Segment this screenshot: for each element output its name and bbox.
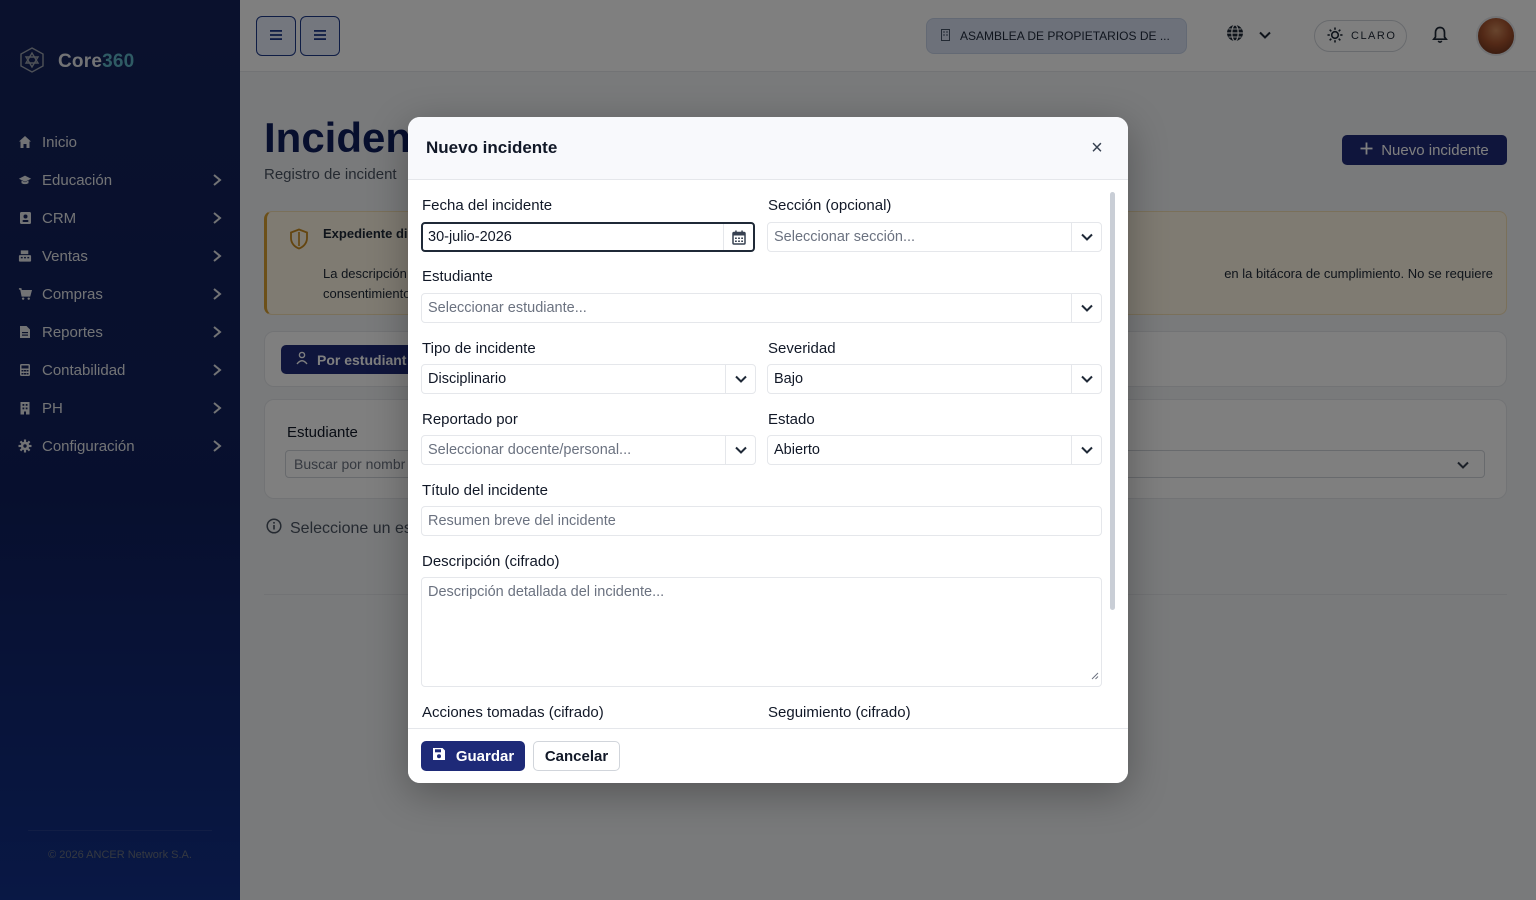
date-value: 30-julio-2026	[428, 229, 512, 245]
title-label: Título del incidente	[422, 482, 548, 499]
new-incident-modal: Nuevo incidente × Fecha del incidente Se…	[408, 117, 1128, 783]
chevron-down-icon	[1071, 294, 1101, 322]
incident-title-input[interactable]: Resumen breve del incidente	[421, 506, 1102, 536]
severity-select[interactable]: Bajo	[767, 364, 1102, 394]
incident-date-input[interactable]: 30-julio-2026	[421, 222, 755, 252]
calendar-icon[interactable]	[723, 224, 753, 250]
chevron-down-icon	[1071, 365, 1101, 393]
follow-up-label: Seguimiento (cifrado)	[768, 704, 911, 721]
modal-body: Fecha del incidente Sección (opcional) 3…	[408, 180, 1128, 728]
status-select[interactable]: Abierto	[767, 435, 1102, 465]
modal-title: Nuevo incidente	[426, 138, 558, 157]
floppy-disk-icon	[432, 747, 446, 765]
status-value: Abierto	[774, 442, 820, 458]
severity-value: Bajo	[774, 371, 804, 387]
description-label: Descripción (cifrado)	[422, 553, 560, 570]
title-placeholder: Resumen breve del incidente	[428, 513, 616, 529]
modal-scrollbar[interactable]	[1110, 192, 1115, 610]
resize-handle-icon[interactable]	[1091, 668, 1099, 684]
section-select[interactable]: Seleccionar sección...	[767, 222, 1102, 252]
chevron-down-icon	[1071, 436, 1101, 464]
description-textarea[interactable]: Descripción detallada del incidente...	[421, 577, 1102, 687]
reported-by-select[interactable]: Seleccionar docente/personal...	[421, 435, 756, 465]
close-icon: ×	[1091, 136, 1103, 159]
status-label: Estado	[768, 411, 815, 428]
date-label: Fecha del incidente	[422, 197, 553, 214]
type-value: Disciplinario	[428, 371, 507, 387]
section-placeholder: Seleccionar sección...	[774, 229, 916, 245]
close-button[interactable]: ×	[1087, 136, 1107, 159]
modal-header: Nuevo incidente ×	[408, 117, 1128, 180]
description-placeholder: Descripción detallada del incidente...	[428, 584, 665, 600]
save-button[interactable]: Guardar	[421, 741, 525, 771]
student-select[interactable]: Seleccionar estudiante...	[421, 293, 1102, 323]
section-label: Sección (opcional)	[768, 197, 892, 214]
type-label: Tipo de incidente	[422, 340, 536, 357]
student-placeholder: Seleccionar estudiante...	[428, 300, 587, 316]
actions-label: Acciones tomadas (cifrado)	[422, 704, 604, 721]
modal-footer: Guardar Cancelar	[408, 728, 1128, 783]
chevron-down-icon	[725, 436, 755, 464]
cancel-label: Cancelar	[544, 747, 609, 765]
reported-by-label: Reportado por	[422, 411, 518, 428]
reported-by-placeholder: Seleccionar docente/personal...	[428, 442, 632, 458]
chevron-down-icon	[1071, 223, 1101, 251]
save-label: Guardar	[455, 747, 515, 765]
student-label: Estudiante	[422, 268, 493, 285]
chevron-down-icon	[725, 365, 755, 393]
severity-label: Severidad	[768, 340, 836, 357]
incident-type-select[interactable]: Disciplinario	[421, 364, 756, 394]
cancel-button[interactable]: Cancelar	[533, 741, 620, 771]
